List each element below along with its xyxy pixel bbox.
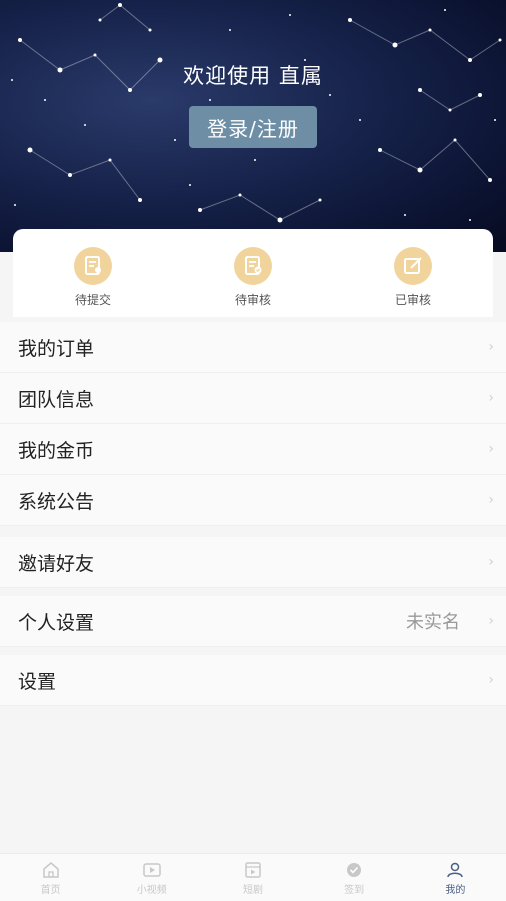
menu-item-team-info[interactable]: 团队信息 › — [0, 373, 506, 424]
status-label: 已审核 — [394, 293, 431, 307]
tab-home[interactable]: 首页 — [11, 854, 91, 901]
tab-short-video[interactable]: 小视频 — [112, 854, 192, 901]
status-reviewed[interactable]: 已审核 — [363, 229, 463, 308]
menu-group-invite: 邀请好友 › — [0, 537, 506, 588]
menu-group-personal: 个人设置 未实名 › — [0, 596, 506, 647]
tab-label: 首页 — [40, 885, 61, 896]
profile-header: 欢迎使用 直属 登录/注册 — [0, 0, 506, 252]
verification-status: 未实名 — [406, 612, 460, 633]
bottom-tab-bar: 首页 小视频 短剧 签到 我的 — [0, 853, 506, 901]
menu-item-label: 邀请好友 — [18, 552, 95, 575]
menu-item-label: 我的订单 — [18, 337, 95, 360]
menu-group-main: 我的订单 › 团队信息 › 我的金币 › 系统公告 › — [0, 322, 506, 526]
status-label: 待提交 — [74, 293, 111, 307]
chevron-right-icon: › — [488, 554, 494, 570]
tab-mine[interactable]: 我的 — [415, 854, 495, 901]
menu-item-label: 个人设置 — [18, 611, 95, 634]
chevron-right-icon: › — [488, 492, 494, 508]
menu-item-settings[interactable]: 设置 › — [0, 655, 506, 706]
tab-label: 短剧 — [242, 885, 263, 896]
menu-item-invite-friends[interactable]: 邀请好友 › — [0, 537, 506, 588]
chevron-right-icon: › — [488, 672, 494, 688]
status-pending-submit[interactable]: 待提交 — [43, 229, 143, 308]
film-icon — [245, 862, 261, 878]
menu-item-label: 我的金币 — [18, 439, 95, 462]
tab-label: 我的 — [445, 885, 466, 896]
home-icon — [42, 862, 59, 878]
menu-group-settings: 设置 › — [0, 655, 506, 706]
tab-label: 小视频 — [136, 885, 167, 896]
welcome-text: 欢迎使用 直属 — [183, 64, 323, 88]
chevron-right-icon: › — [488, 390, 494, 406]
menu-item-my-coins[interactable]: 我的金币 › — [0, 424, 506, 475]
edit-icon — [394, 247, 432, 285]
tab-label: 签到 — [344, 885, 365, 896]
menu-item-my-orders[interactable]: 我的订单 › — [0, 322, 506, 373]
checkin-icon — [347, 863, 362, 877]
order-status-card: 待提交 待审核 已审核 — [13, 229, 493, 317]
login-register-button[interactable]: 登录/注册 — [189, 106, 317, 148]
menu-item-personal-settings[interactable]: 个人设置 未实名 › — [0, 596, 506, 647]
tab-drama[interactable]: 短剧 — [213, 854, 293, 901]
video-icon — [143, 863, 161, 877]
document-user-icon — [74, 247, 112, 285]
menu-item-label: 团队信息 — [18, 388, 95, 411]
document-check-icon — [234, 247, 272, 285]
tab-checkin[interactable]: 签到 — [314, 854, 394, 901]
chevron-right-icon: › — [488, 613, 494, 629]
chevron-right-icon: › — [488, 441, 494, 457]
menu-item-announcements[interactable]: 系统公告 › — [0, 475, 506, 526]
menu-item-label: 系统公告 — [18, 490, 95, 513]
status-pending-review[interactable]: 待审核 — [203, 229, 303, 308]
status-label: 待审核 — [234, 293, 271, 307]
chevron-right-icon: › — [488, 339, 494, 355]
user-icon — [447, 862, 464, 878]
menu-item-label: 设置 — [18, 670, 57, 693]
